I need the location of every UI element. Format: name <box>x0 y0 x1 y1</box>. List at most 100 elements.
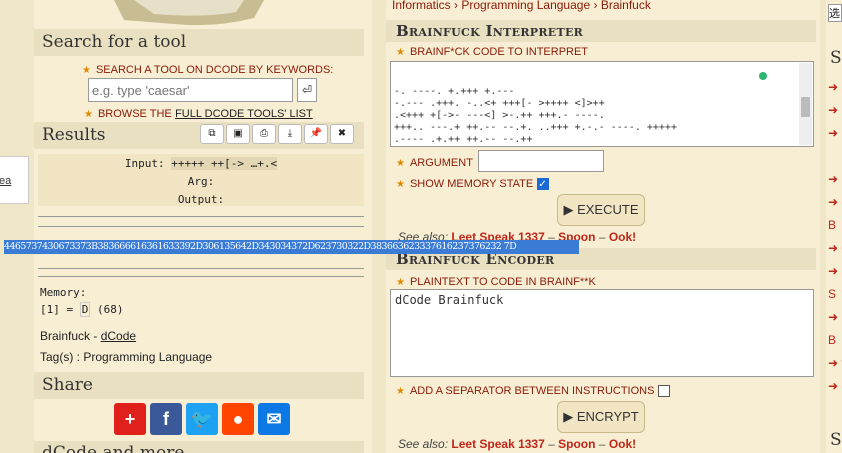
edge-popup-link[interactable]: ea <box>0 156 29 204</box>
ook-link[interactable]: Ook! <box>609 437 636 451</box>
sidebar-link[interactable]: ➜ <box>828 264 838 278</box>
share-twitter-button[interactable]: 🐦 <box>186 403 218 435</box>
sidebar-link[interactable]: B <box>828 218 836 232</box>
star-icon: ★ <box>396 158 405 169</box>
share-section-title: Share <box>34 372 364 399</box>
separator-row: ★ ADD A SEPARATOR BETWEEN INSTRUCTIONS <box>396 383 670 397</box>
scroll-thumb[interactable] <box>801 97 810 117</box>
copy-button[interactable]: ⧉ <box>200 124 224 144</box>
download-button[interactable]: ⤓ <box>278 124 302 144</box>
results-toolbar: ⧉ ▣ ⎙ ⤓ 📌 ✖ <box>200 124 354 144</box>
results-summary: Input: +++++ ++[-> …+.< Arg: Output: <box>38 154 364 206</box>
code-line: -. ----. +.+++ +.--- <box>394 86 515 97</box>
input-label: Input: <box>124 157 165 170</box>
sidebar-link[interactable]: ➜ B <box>828 172 842 186</box>
breadcrumb-programming[interactable]: Programming Language <box>461 0 590 12</box>
arg-label: Arg: <box>187 175 215 188</box>
full-tools-list-link[interactable]: FULL DCODE TOOLS' LIST <box>175 108 313 120</box>
search-keywords-label: ★ SEARCH A TOOL ON DCODE BY KEYWORDS: <box>82 64 334 76</box>
code-line: .---- .+.++ ++.-- --.++ <box>394 134 533 145</box>
star-icon: ★ <box>84 109 93 120</box>
separator-checkbox[interactable] <box>657 384 670 397</box>
plaintext-label: ★ PLAINTEXT TO CODE IN BRAINF**K <box>396 276 596 288</box>
save-button[interactable]: ▣ <box>226 124 250 144</box>
divider <box>38 276 364 277</box>
save-icon: ▣ <box>233 128 243 139</box>
enter-icon: ⏎ <box>301 83 313 97</box>
pin-icon: 📌 <box>309 128 323 139</box>
breadcrumb-brainfuck[interactable]: Brainfuck <box>601 0 651 12</box>
copy-icon: ⧉ <box>208 128 216 139</box>
argument-label: ★ ARGUMENT <box>396 157 473 169</box>
memory-char: D <box>79 302 91 317</box>
star-icon: ★ <box>396 179 405 190</box>
status-dot-icon <box>759 72 767 80</box>
twitter-icon: 🐦 <box>190 409 214 429</box>
output-label: Output: <box>177 193 225 206</box>
plus-icon: + <box>124 409 136 429</box>
input-value: +++++ ++[-> …+.< <box>171 157 278 170</box>
right-sidebar: 选 S ➜ ➜ ➜ (D ➜ B ➜ B ➜ co ➜ S ➜ B ➜ th ➜ im S <box>826 0 842 453</box>
search-input[interactable] <box>88 78 293 102</box>
share-facebook-button[interactable]: f <box>150 403 182 435</box>
code-line: -.--- .+++. -..<+ +++[- >++++ <]>++ <box>394 98 605 109</box>
share-reddit-button[interactable]: ● <box>222 403 254 435</box>
divider <box>38 268 364 269</box>
sidebar-link[interactable]: ➜ <box>828 80 838 94</box>
translate-button[interactable]: 选 <box>828 4 842 22</box>
tags-line: Tag(s) : Programming Language <box>40 350 213 364</box>
argument-input[interactable] <box>478 150 604 172</box>
sidebar-link[interactable]: ➜ im <box>828 379 842 393</box>
star-icon: ★ <box>396 47 405 58</box>
plaintext-textarea[interactable]: dCode Brainfuck <box>390 289 814 377</box>
sidebar-link[interactable]: ➜ (D <box>828 126 842 140</box>
close-icon: ✖ <box>337 128 347 139</box>
close-button[interactable]: ✖ <box>330 124 354 144</box>
left-column: Search for a tool ★ SEARCH A TOOL ON DCOD… <box>34 0 372 453</box>
print-icon: ⎙ <box>260 128 268 139</box>
star-icon: ★ <box>396 277 405 288</box>
download-icon: ⤓ <box>287 128 293 139</box>
dcode-link[interactable]: dCode <box>101 329 136 343</box>
more-section-title: dCode and more <box>34 441 364 453</box>
print-button[interactable]: ⎙ <box>252 124 276 144</box>
code-scrollbar[interactable] <box>799 63 812 145</box>
star-icon: ★ <box>82 65 91 76</box>
sidebar-link[interactable]: ➜ co <box>828 241 842 255</box>
execute-button[interactable]: ▶ EXECUTE <box>557 194 645 226</box>
brainfuck-code-textarea[interactable]: -. ----. +.+++ +.--- -.--- .+++. -..<+ ++… <box>390 61 814 147</box>
sidebar-link[interactable]: ➜ <box>828 103 838 117</box>
search-submit-button[interactable]: ⏎ <box>297 78 317 102</box>
hex-output-selection[interactable]: 4465737430673373B383666616361633392D3061… <box>4 240 579 254</box>
code-label: ★ BRAINF*CK CODE TO INTERPRET <box>396 46 589 58</box>
breadcrumb: Informatics › Programming Language › Bra… <box>392 0 651 12</box>
breadcrumb-informatics[interactable]: Informatics <box>392 0 451 12</box>
code-line: +++.. ---.+ ++.-- --.+. ..+++ +.-.- ----… <box>394 122 677 133</box>
encrypt-button[interactable]: ▶ ENCRYPT <box>557 401 645 433</box>
share-plus-button[interactable]: + <box>114 403 146 435</box>
memory-row: [1] = D (68) <box>40 302 124 317</box>
pin-button[interactable]: 📌 <box>304 124 328 144</box>
share-email-button[interactable]: ✉ <box>258 403 290 435</box>
show-memory-checkbox[interactable]: ✓ <box>536 177 549 190</box>
share-icons: + f 🐦 ● ✉ <box>114 403 290 435</box>
leet-speak-link[interactable]: Leet Speak 1337 <box>451 437 544 451</box>
browse-tools-row: ★ BROWSE THE FULL DCODE TOOLS' LIST <box>84 108 313 120</box>
sidebar-link[interactable]: ➜ th <box>828 356 842 370</box>
show-memory-row: ★ SHOW MEMORY STATE ✓ <box>396 177 549 190</box>
tool-image <box>114 0 264 26</box>
encoder-see-also: See also: Leet Speak 1337 – Spoon – Ook! <box>398 437 637 451</box>
divider <box>38 226 364 227</box>
sidebar-link[interactable]: ➜ <box>828 310 838 324</box>
sidebar-link[interactable]: ➜ <box>828 195 838 209</box>
code-line: .<+++ +[->- ---<] >-.++ +++.- ----. <box>394 110 605 121</box>
ook-link[interactable]: Ook! <box>609 230 636 244</box>
code-line: ++.-. ----. +.-.+ ++++. <box>394 146 797 147</box>
memory-label: Memory: <box>40 286 87 299</box>
spoon-link[interactable]: Spoon <box>558 437 595 451</box>
sidebar-link[interactable]: B <box>828 333 836 347</box>
reddit-icon: ● <box>232 409 244 429</box>
search-section-title: Search for a tool <box>34 29 364 56</box>
email-icon: ✉ <box>266 409 282 429</box>
sidebar-link[interactable]: S <box>828 287 836 301</box>
